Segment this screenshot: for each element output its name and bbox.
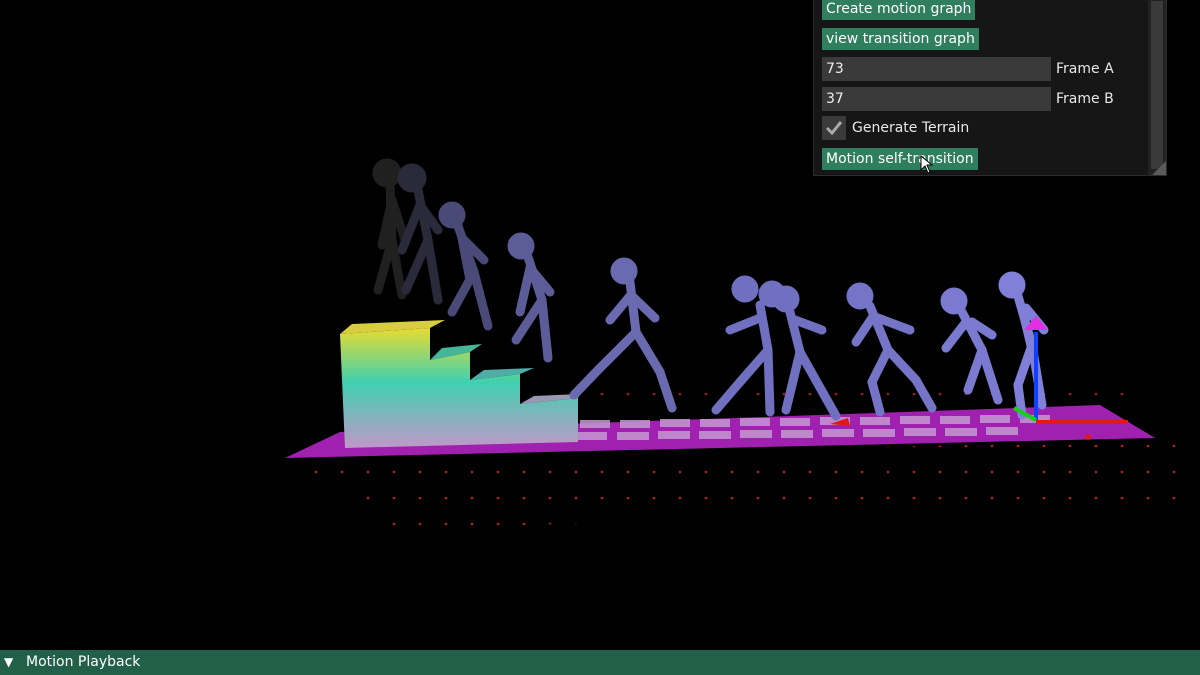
generate-terrain-label: Generate Terrain: [852, 120, 970, 136]
motion-playback-header[interactable]: ▼ Motion Playback: [0, 650, 1200, 675]
checkmark-icon: [825, 121, 843, 136]
motion-self-transition-button[interactable]: Motion self-transition: [822, 148, 978, 170]
frame-a-input[interactable]: 73: [822, 57, 1051, 81]
scrollbar-thumb[interactable]: [1151, 1, 1163, 169]
generate-terrain-checkbox[interactable]: [822, 116, 846, 140]
panel-scrollbar[interactable]: [1148, 0, 1166, 175]
triangle-down-icon: ▼: [4, 655, 14, 669]
view-transition-graph-button[interactable]: view transition graph: [822, 28, 979, 50]
resize-grip-icon[interactable]: [1152, 161, 1166, 175]
motion-playback-title: Motion Playback: [26, 654, 141, 670]
motion-graph-panel: Create motion graph view transition grap…: [813, 0, 1167, 176]
frame-a-label: Frame A: [1056, 61, 1114, 77]
frame-b-label: Frame B: [1056, 91, 1114, 107]
create-motion-graph-button[interactable]: Create motion graph: [822, 0, 976, 20]
mouse-cursor-icon: [920, 155, 934, 174]
frame-b-input[interactable]: 37: [822, 87, 1051, 111]
